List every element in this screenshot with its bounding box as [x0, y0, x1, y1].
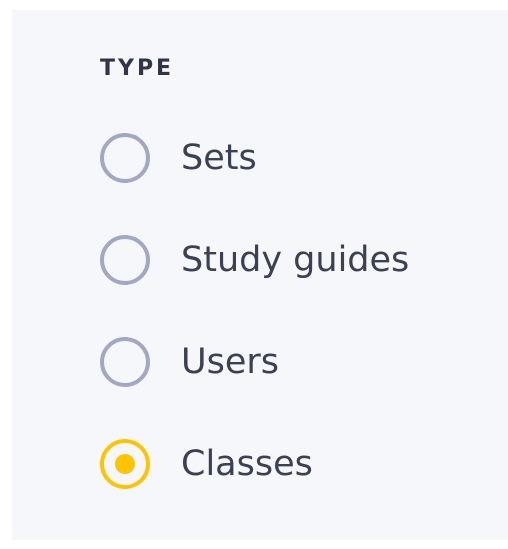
type-filter-panel: TYPE Sets Study guides Users Classes [12, 10, 508, 540]
radio-button-users[interactable] [100, 337, 150, 387]
radio-button-classes[interactable] [100, 439, 150, 489]
section-title: TYPE [100, 56, 175, 81]
radio-option-classes[interactable]: Classes [100, 439, 490, 539]
radio-option-study-guides[interactable]: Study guides [100, 235, 490, 335]
radio-button-sets[interactable] [100, 133, 150, 183]
radio-label-users: Users [181, 342, 280, 382]
radio-selected-dot [115, 454, 135, 474]
radio-button-study-guides[interactable] [100, 235, 150, 285]
radio-option-sets[interactable]: Sets [100, 133, 490, 233]
radio-label-classes: Classes [181, 444, 313, 484]
radio-label-study-guides: Study guides [181, 240, 410, 280]
type-radio-group: Sets Study guides Users Classes [100, 133, 490, 539]
radio-option-users[interactable]: Users [100, 337, 490, 437]
radio-label-sets: Sets [181, 138, 257, 178]
